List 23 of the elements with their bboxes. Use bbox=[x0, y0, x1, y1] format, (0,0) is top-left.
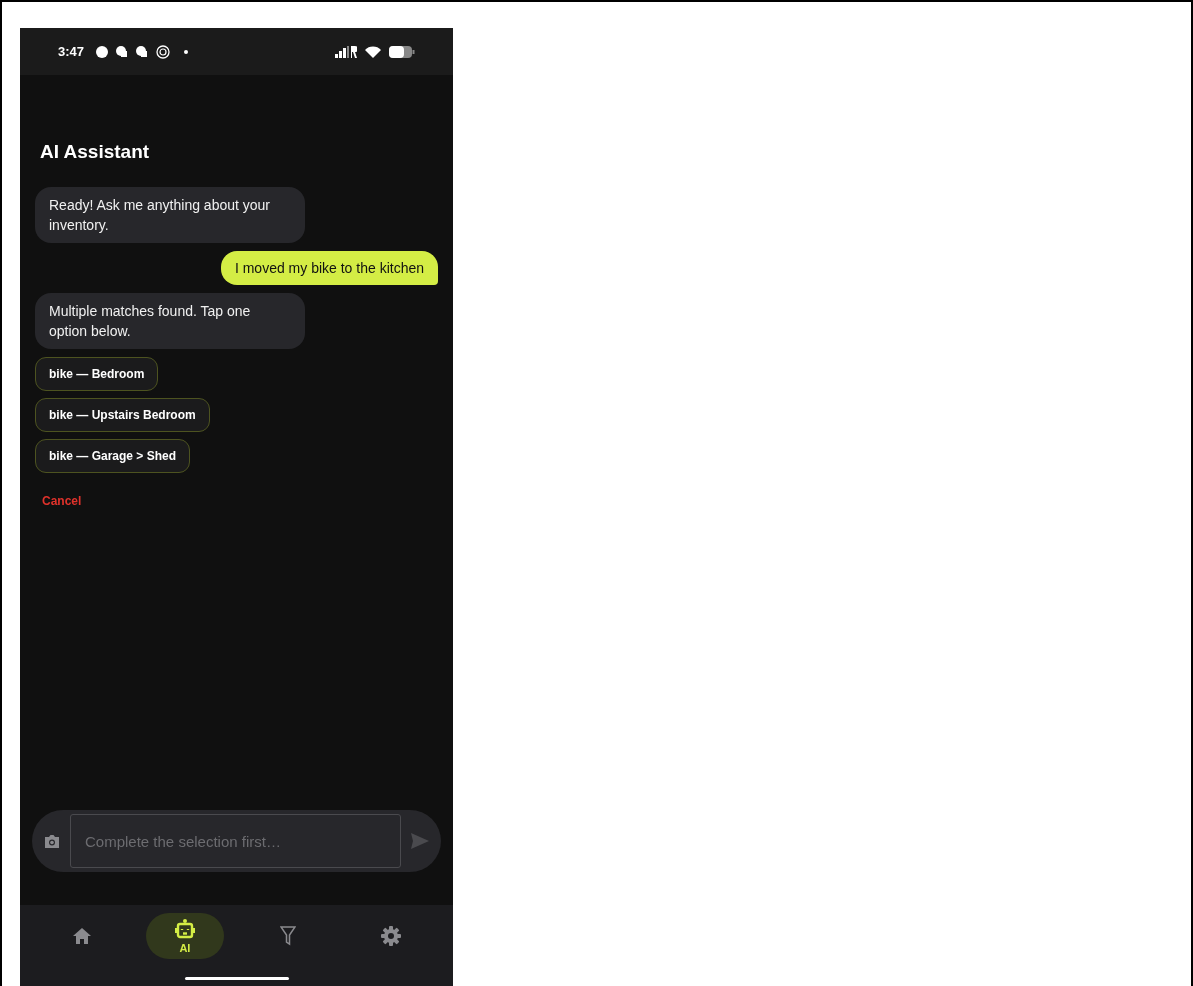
wifi-icon bbox=[365, 45, 381, 58]
notification-icon bbox=[156, 44, 171, 59]
option-chip[interactable]: bike — Bedroom bbox=[35, 357, 159, 391]
user-message: I moved my bike to the kitchen bbox=[220, 251, 438, 285]
dot-icon bbox=[184, 49, 189, 54]
home-icon bbox=[72, 928, 91, 944]
robot-icon bbox=[173, 918, 196, 940]
assistant-message: Multiple matches found. Tap one option below. bbox=[35, 293, 305, 349]
notification-icon bbox=[96, 45, 109, 58]
filter-icon bbox=[280, 926, 297, 946]
option-chip[interactable]: bike — Garage > Shed bbox=[35, 439, 191, 473]
screen-title: AI Assistant bbox=[40, 141, 151, 163]
battery-icon bbox=[389, 45, 415, 58]
status-time: 3:47 bbox=[58, 44, 85, 59]
nav-tab[interactable]: AI bbox=[145, 913, 224, 959]
notification-icon bbox=[116, 45, 129, 58]
settings-icon bbox=[381, 926, 402, 946]
cancel-link[interactable]: Cancel bbox=[42, 494, 82, 508]
option-chip[interactable]: bike — Upstairs Bedroom bbox=[35, 398, 210, 432]
assistant-message: Ready! Ask me anything about your inventory. bbox=[35, 187, 305, 243]
signal-icon bbox=[335, 45, 357, 58]
camera-icon[interactable] bbox=[44, 834, 60, 848]
notification-icon bbox=[136, 45, 149, 58]
